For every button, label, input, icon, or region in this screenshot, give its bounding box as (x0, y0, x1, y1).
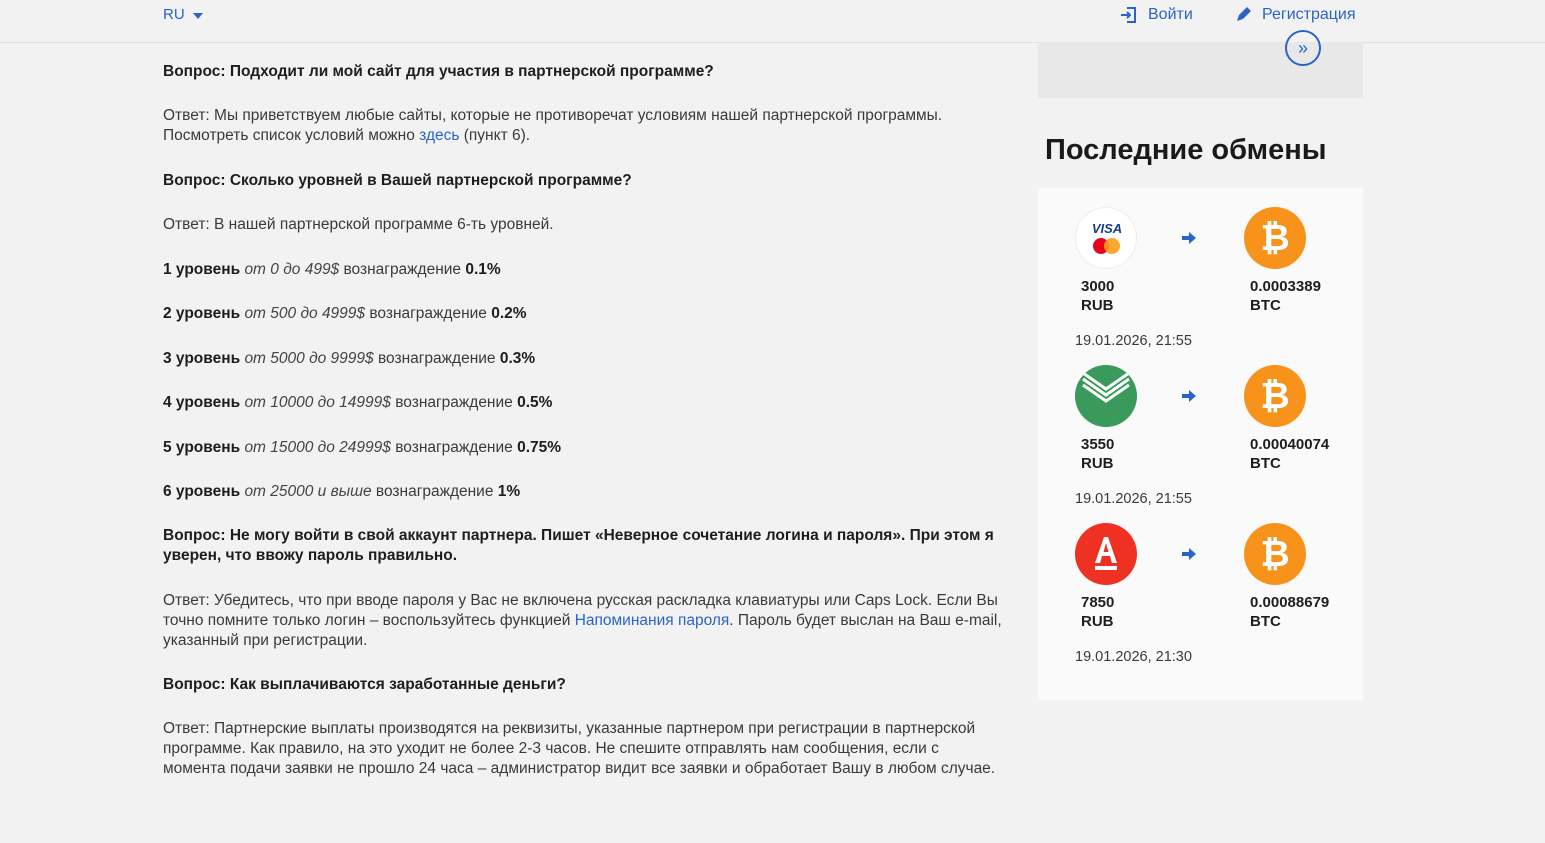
exchange-item[interactable]: VISA ₿ 3000 RUB 0.0003389 BTC 19.01.2026, … (1038, 207, 1363, 365)
level-item: 3 уровень от 5000 до 9999$ вознаграждени… (163, 349, 1003, 369)
arrow-right-icon (1182, 390, 1196, 402)
from-amount: 3550 RUB (1081, 435, 1114, 473)
level-name: 3 уровень (163, 350, 241, 367)
currency-code: RUB (1081, 297, 1114, 314)
exchange-time: 19.01.2026, 21:30 (1075, 649, 1192, 665)
amount-value: 0.00040074 (1250, 436, 1330, 453)
currency-code: BTC (1250, 613, 1281, 630)
level-reward: 0.3% (499, 350, 536, 367)
level-label: вознаграждение (373, 350, 500, 367)
from-amount: 3000 RUB (1081, 277, 1114, 315)
faq-question: Вопрос: Подходит ли мой сайт для участия… (163, 63, 714, 80)
faq-answer: Ответ: В нашей партнерской программе 6-т… (163, 216, 554, 233)
arrow-right-icon (1182, 232, 1196, 244)
level-item: 2 уровень от 500 до 4999$ вознаграждение… (163, 304, 1003, 324)
level-reward: 0.5% (517, 394, 553, 411)
level-range: от 0 до 499$ (244, 261, 340, 278)
login-label: Войти (1148, 6, 1193, 23)
level-range: от 10000 до 14999$ (244, 394, 391, 411)
currency-code: RUB (1081, 613, 1114, 630)
level-reward: 0.75% (517, 439, 562, 456)
level-range: от 5000 до 9999$ (244, 350, 374, 367)
to-amount: 0.0003389 BTC (1250, 277, 1321, 315)
svg-text:VISA: VISA (1092, 221, 1122, 236)
to-amount: 0.00040074 BTC (1250, 435, 1329, 473)
level-name: 4 уровень (163, 394, 241, 411)
chevrons-right-icon[interactable]: » (1285, 30, 1321, 66)
register-label: Регистрация (1262, 6, 1356, 23)
amount-value: 3550 (1081, 436, 1115, 453)
level-item: 5 уровень от 15000 до 24999$ вознагражде… (163, 438, 1003, 458)
exchange-item[interactable]: ₿ 3550 RUB 0.00040074 BTC 19.01.2026, 21:5… (1038, 365, 1363, 523)
currency-code: BTC (1250, 455, 1281, 472)
answer-text: Ответ: Мы приветствуем любые сайты, кото… (163, 107, 943, 144)
register-link[interactable]: Регистрация (1234, 6, 1356, 24)
faq-answer: Ответ: Мы приветствуем любые сайты, кото… (163, 106, 1003, 146)
level-range: от 25000 и выше (244, 483, 372, 500)
amount-value: 0.00088679 (1250, 594, 1330, 611)
recent-exchanges-list: VISA ₿ 3000 RUB 0.0003389 BTC 19.01.2026, … (1038, 188, 1363, 700)
level-label: вознаграждение (339, 261, 466, 278)
language-label: RU (163, 6, 185, 23)
exchange-time: 19.01.2026, 21:55 (1075, 333, 1192, 349)
level-item: 6 уровень от 25000 и выше вознаграждение… (163, 482, 1003, 502)
exchange-item[interactable]: ₿ 7850 RUB 0.00088679 BTC 19.01.2026, 21:3… (1038, 523, 1363, 681)
login-link[interactable]: Войти (1120, 6, 1193, 24)
level-reward: 1% (497, 483, 521, 500)
level-label: вознаграждение (365, 305, 492, 322)
bitcoin-icon: ₿ (1244, 207, 1306, 269)
faq-answer: Ответ: Убедитесь, что при вводе пароля у… (163, 591, 1003, 651)
password-reminder-link[interactable]: Напоминания пароля (575, 612, 730, 629)
chevron-down-icon (192, 12, 203, 19)
sberbank-icon (1075, 365, 1137, 427)
faq-answer: Ответ: Партнерские выплаты производятся … (163, 720, 996, 777)
level-item: 4 уровень от 10000 до 14999$ вознагражде… (163, 393, 1003, 413)
answer-text: (пункт 6). (459, 127, 531, 144)
level-item: 1 уровень от 0 до 499$ вознаграждение 0.… (163, 260, 1003, 280)
login-icon (1121, 7, 1136, 23)
currency-code: BTC (1250, 297, 1281, 314)
language-selector[interactable]: RU (163, 6, 203, 23)
conditions-link[interactable]: здесь (419, 127, 459, 144)
faq-question: Вопрос: Как выплачиваются заработанные д… (163, 676, 566, 693)
bitcoin-icon: ₿ (1244, 523, 1306, 585)
sidebar-widget: » (1038, 30, 1363, 98)
visa-mastercard-icon: VISA (1075, 207, 1137, 269)
level-name: 5 уровень (163, 439, 241, 456)
from-amount: 7850 RUB (1081, 593, 1114, 631)
pencil-icon (1237, 7, 1251, 21)
arrow-right-icon (1182, 548, 1196, 560)
amount-value: 3000 (1081, 278, 1115, 295)
faq-question: Вопрос: Сколько уровней в Вашей партнерс… (163, 172, 632, 189)
level-name: 1 уровень (163, 261, 241, 278)
level-label: вознаграждение (390, 394, 518, 411)
alfabank-icon (1075, 523, 1137, 585)
currency-code: RUB (1081, 455, 1114, 472)
level-range: от 500 до 4999$ (244, 305, 366, 322)
level-label: вознаграждение (371, 483, 498, 500)
level-range: от 15000 до 24999$ (244, 439, 391, 456)
amount-value: 0.0003389 (1250, 278, 1321, 295)
level-reward: 0.2% (491, 305, 527, 322)
level-reward: 0.1% (465, 261, 501, 278)
recent-exchanges-title: Последние обмены (1045, 134, 1327, 166)
bitcoin-icon: ₿ (1244, 365, 1306, 427)
to-amount: 0.00088679 BTC (1250, 593, 1329, 631)
faq-question: Вопрос: Не могу войти в свой аккаунт пар… (163, 527, 994, 564)
amount-value: 7850 (1081, 594, 1115, 611)
exchange-time: 19.01.2026, 21:55 (1075, 491, 1192, 507)
level-name: 6 уровень (163, 483, 241, 500)
level-name: 2 уровень (163, 305, 241, 322)
level-label: вознаграждение (390, 439, 518, 456)
